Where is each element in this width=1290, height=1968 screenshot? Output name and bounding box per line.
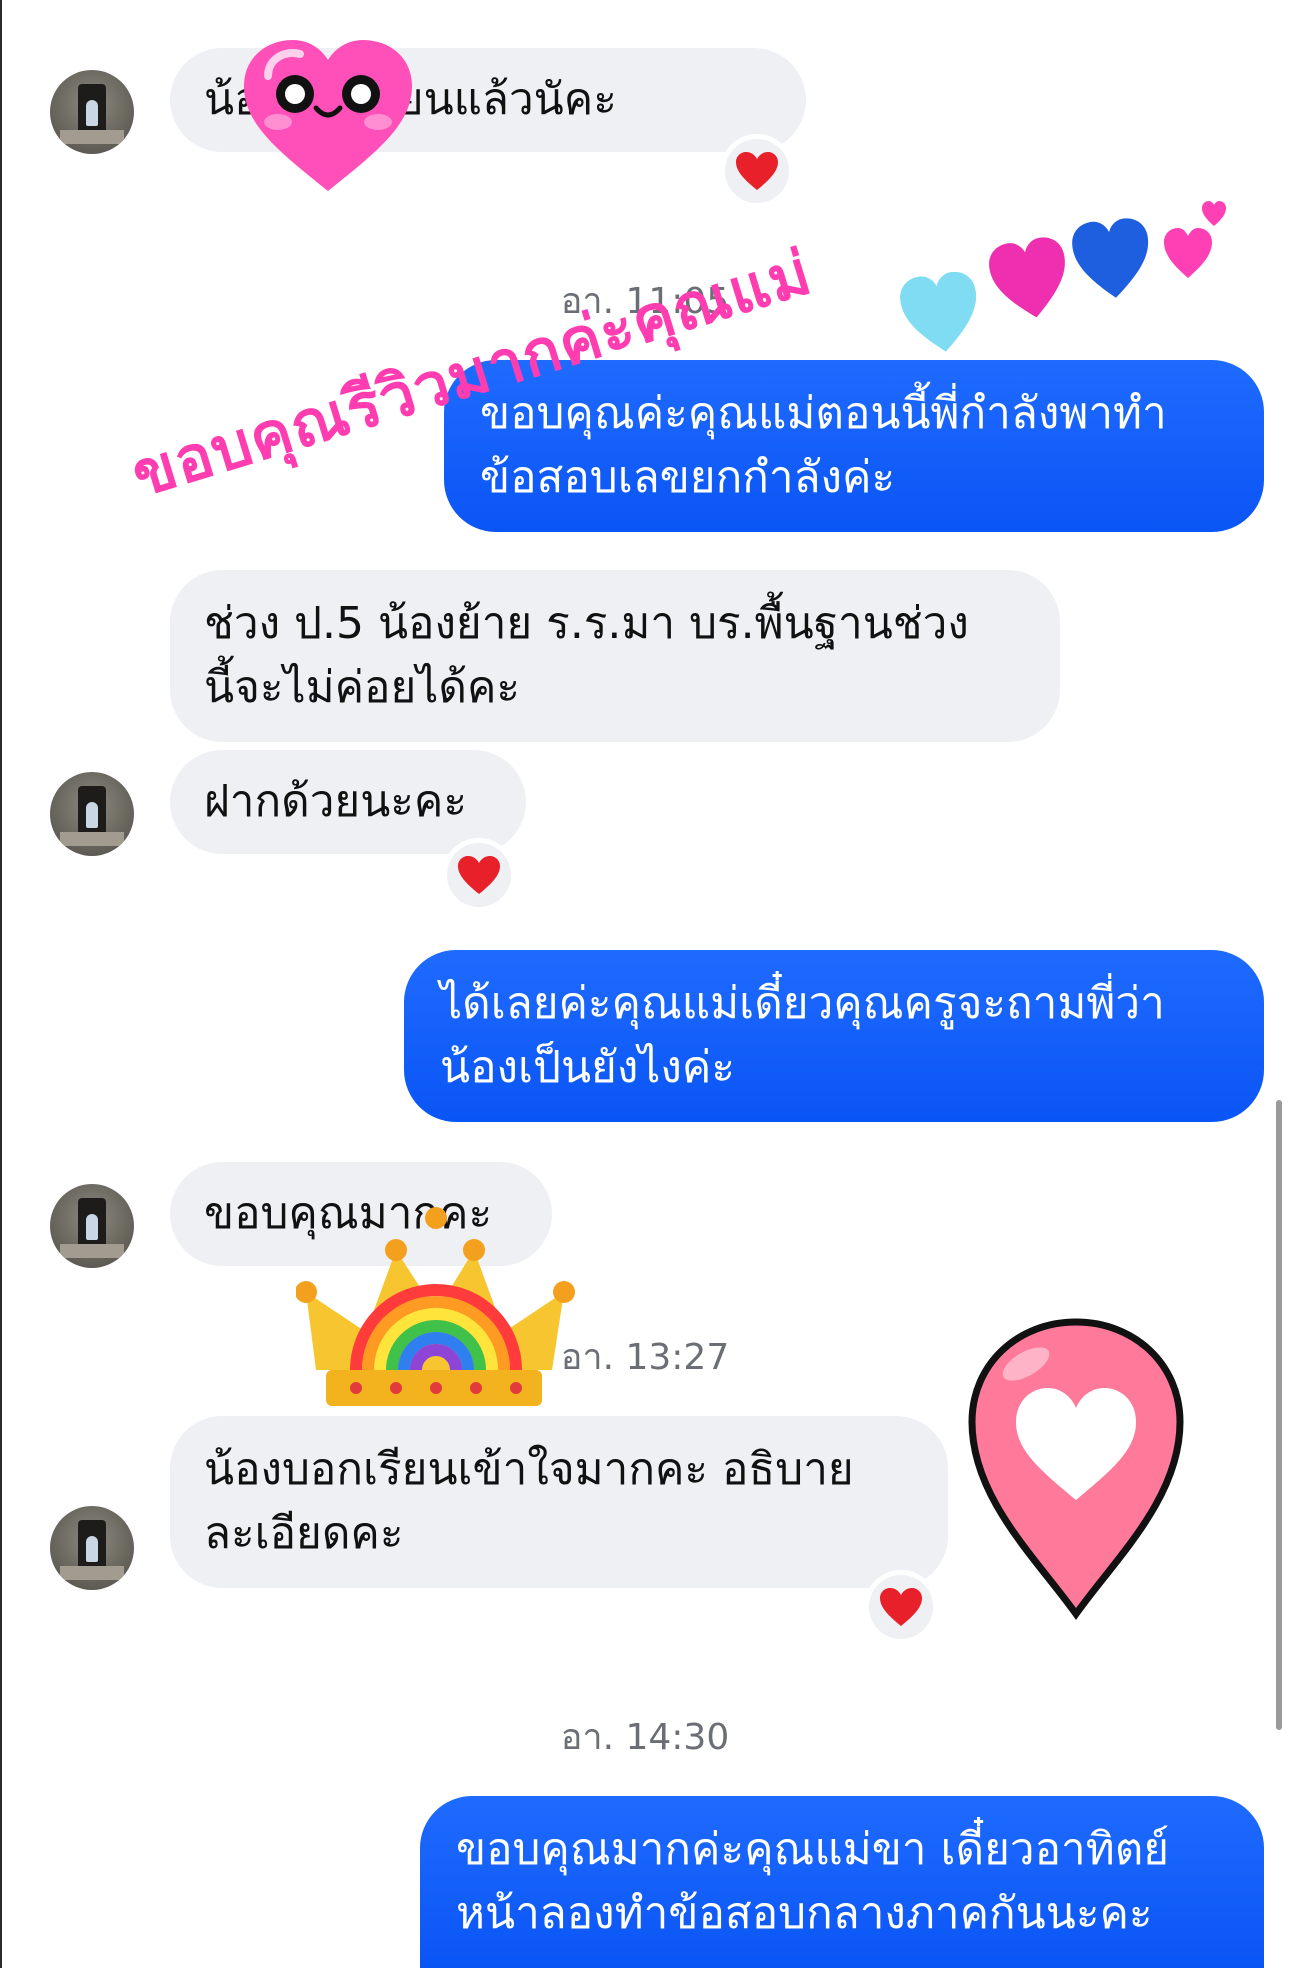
crown-sticker xyxy=(296,1207,575,1406)
avatar[interactable] xyxy=(50,1506,134,1590)
timestamp: อา. 14:30 xyxy=(560,1717,730,1758)
chat-thread[interactable]: น้องถึงที่เรียนแล้วนัคะ อา. 11:05 ขอบคุณ… xyxy=(0,0,1290,1968)
message-bubble-incoming[interactable]: น้องบอกเรียนเข้าใจมากคะ อธิบาย ละเอียดคะ xyxy=(170,1416,948,1588)
scrollbar[interactable] xyxy=(1276,1100,1282,1730)
message-bubble-outgoing[interactable]: ได้เลยค่ะคุณแม่เดี๋ยวคุณครูจะถามพี่ว่า น… xyxy=(404,950,1264,1122)
message-line: ละเอียดคะ xyxy=(204,1508,404,1559)
heart-pin-sticker xyxy=(968,1318,1184,1620)
heart-reaction-icon[interactable] xyxy=(864,1570,938,1644)
message-line: น้องเป็นยังไงค่ะ xyxy=(440,1042,735,1093)
message-line: ขอบคุณค่ะคุณแม่ตอนนี้พี่กำลังพาทำ xyxy=(480,388,1167,439)
message-line: นี้จะไม่ค่อยได้คะ xyxy=(204,662,521,713)
message-text: ฝากด้วยนะคะ xyxy=(204,776,467,827)
message-line: ได้เลยค่ะคุณแม่เดี๋ยวคุณครูจะถามพี่ว่า xyxy=(440,978,1165,1029)
heart-reaction-icon[interactable] xyxy=(442,838,516,912)
heart-face-sticker xyxy=(244,40,412,191)
message-line: น้องบอกเรียนเข้าใจมากคะ อธิบาย xyxy=(204,1444,854,1495)
heart-reaction-icon[interactable] xyxy=(720,134,794,208)
message-bubble-incoming[interactable]: ช่วง ป.5 น้องย้าย ร.ร.มา บร.พื้นฐานช่วง … xyxy=(170,570,1060,742)
floating-hearts-sticker xyxy=(900,201,1226,352)
message-bubble-outgoing[interactable]: ขอบคุณมากค่ะคุณแม่ขา เดี๋ยวอาทิตย์ หน้าล… xyxy=(420,1796,1264,1968)
avatar[interactable] xyxy=(50,772,134,856)
message-line: หน้าลองทำข้อสอบกลางภาคกันนะคะ xyxy=(456,1888,1153,1939)
message-line: ข้อสอบเลขยกกำลังค่ะ xyxy=(480,452,896,503)
avatar[interactable] xyxy=(50,1184,134,1268)
message-line: ช่วง ป.5 น้องย้าย ร.ร.มา บร.พื้นฐานช่วง xyxy=(204,598,969,649)
message-line: ขอบคุณมากค่ะคุณแม่ขา เดี๋ยวอาทิตย์ xyxy=(456,1824,1170,1875)
avatar[interactable] xyxy=(50,70,134,154)
